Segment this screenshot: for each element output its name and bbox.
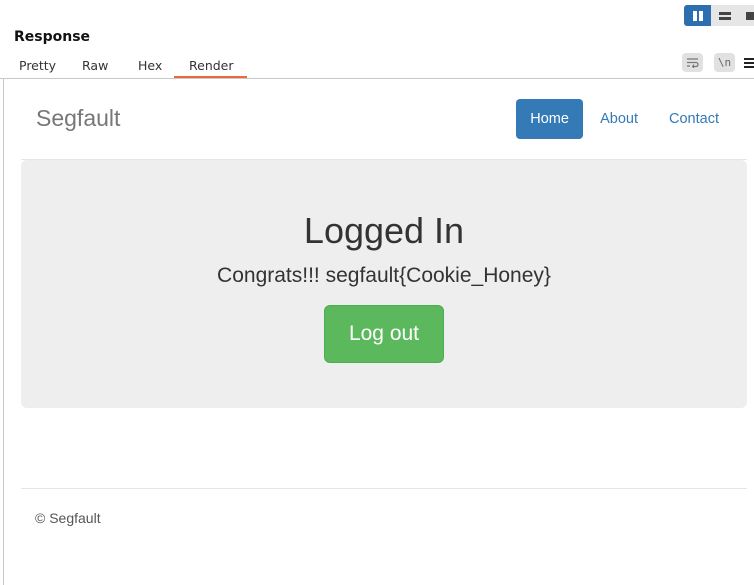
site-navbar: Segfault Home About Contact: [21, 79, 747, 160]
site-brand[interactable]: Segfault: [36, 105, 120, 132]
text-wrap-icon[interactable]: [682, 53, 703, 72]
page-heading: Logged In: [303, 210, 465, 251]
tab-pretty[interactable]: Pretty: [8, 55, 64, 78]
footer-divider: [21, 488, 747, 489]
rendered-page: Segfault Home About Contact Logged In Co…: [4, 79, 754, 585]
response-tools: \n: [682, 53, 754, 72]
split-rows-icon[interactable]: [711, 5, 738, 26]
split-columns-icon[interactable]: [684, 5, 711, 26]
tab-raw[interactable]: Raw: [64, 55, 118, 78]
response-panel-title: Response: [14, 29, 91, 45]
newline-toggle-button[interactable]: \n: [714, 53, 735, 72]
nav-about-link[interactable]: About: [587, 99, 651, 139]
nav-home-link[interactable]: Home: [516, 99, 584, 139]
response-tabs: Pretty Raw Hex Render: [8, 55, 247, 78]
logout-button[interactable]: Log out: [324, 305, 444, 363]
tab-render[interactable]: Render: [174, 55, 247, 78]
hamburger-menu-icon[interactable]: [744, 57, 754, 68]
single-pane-icon[interactable]: [738, 5, 754, 26]
footer-copyright: © Segfault: [35, 510, 101, 526]
tab-hex[interactable]: Hex: [118, 55, 174, 78]
nav-contact-link[interactable]: Contact: [655, 99, 733, 139]
site-nav-links: Home About Contact: [512, 99, 733, 139]
jumbotron: Logged In Congrats!!! segfault{Cookie_Ho…: [21, 160, 747, 408]
layout-toggle-group: [684, 5, 754, 26]
flag-message: Congrats!!! segfault{Cookie_Honey}: [217, 264, 551, 287]
